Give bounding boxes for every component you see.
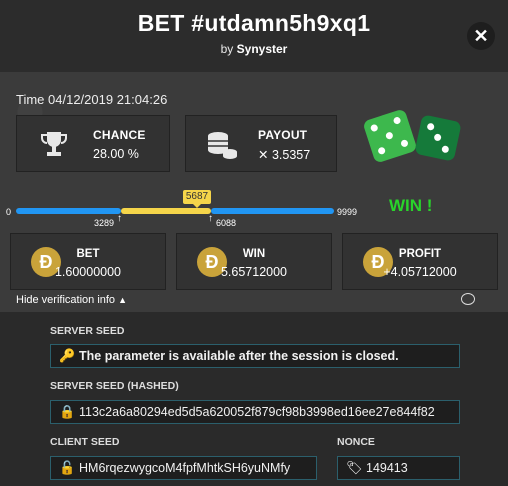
tag-icon: 🏷	[346, 460, 363, 475]
close-button[interactable]: ✕	[467, 22, 495, 50]
profit-amount-box: Ð PROFIT +4.05712000	[342, 233, 498, 290]
bet-time: Time 04/12/2019 21:04:26	[16, 92, 168, 107]
range-low-segment	[16, 208, 121, 214]
server-seed-hashed-label: SERVER SEED (HASHED)	[50, 380, 179, 392]
bet-details-modal: BET #utdamn5h9xq1 by Synyster ✕ Time 04/…	[0, 0, 508, 486]
coins-stack-icon	[208, 132, 237, 159]
bet-author: by Synyster	[0, 42, 508, 56]
chat-bubble-icon[interactable]	[461, 293, 475, 305]
server-seed-hashed-field[interactable]: 🔒 113c2a6a80294ed5d5a620052f879cf98b3998…	[50, 400, 460, 424]
range-low-value: 3289	[94, 218, 115, 228]
range-low-tick-icon: ↑	[117, 213, 122, 224]
win-amount-box: Ð WIN 5.65712000	[176, 233, 332, 290]
profit-value: +4.05712000	[383, 265, 457, 279]
chance-box: CHANCE 28.00 %	[16, 115, 170, 172]
range-high-segment	[211, 208, 334, 214]
nonce-field[interactable]: 🏷 149413	[337, 456, 460, 480]
range-min: 0	[6, 207, 12, 217]
modal-header: BET #utdamn5h9xq1 by Synyster ✕	[0, 0, 508, 72]
payout-box: PAYOUT ✕ 3.5357	[185, 115, 337, 172]
bet-amount-box: Ð BET 1.60000000	[10, 233, 166, 290]
hide-verification-label: Hide verification info	[16, 294, 116, 306]
bet-title: BET #utdamn5h9xq1	[137, 10, 371, 36]
lock-icon: 🔒	[59, 404, 76, 419]
range-max: 9999	[337, 207, 358, 217]
chevron-up-icon: ▲	[118, 295, 128, 305]
server-seed-value: The parameter is available after the ses…	[79, 349, 399, 363]
author-name[interactable]: Synyster	[237, 42, 288, 56]
server-seed-hashed-value: 113c2a6a80294ed5d5a620052f879cf98b3998ed…	[79, 405, 435, 419]
nonce-value: 149413	[366, 461, 408, 475]
profit-label: PROFIT	[398, 248, 442, 260]
bet-label: BET	[76, 248, 100, 260]
chance-label: CHANCE	[93, 128, 146, 142]
client-seed-value: HM6rqezwygcoM4fpfMhtkSH6yuNMfy	[79, 461, 291, 475]
payout-value: ✕ 3.5357	[258, 148, 311, 162]
range-high-value: 6088	[216, 218, 237, 228]
result-flag: WIN !	[389, 196, 433, 215]
client-seed-label: CLIENT SEED	[50, 436, 120, 448]
close-icon: ✕	[473, 25, 489, 46]
server-seed-label: SERVER SEED	[50, 325, 125, 337]
dice-dark-icon	[414, 114, 462, 162]
payout-label: PAYOUT	[258, 128, 308, 142]
unlock-icon: 🔓	[59, 460, 76, 475]
chance-value: 28.00 %	[93, 147, 139, 161]
win-label: WIN	[242, 248, 266, 260]
win-value: 5.65712000	[220, 265, 288, 279]
trophy-icon	[41, 132, 67, 156]
range-high-tick-icon: ↑	[208, 213, 213, 224]
client-seed-field[interactable]: 🔓 HM6rqezwygcoM4fpfMhtkSH6yuNMfy	[50, 456, 317, 480]
author-prefix: by	[220, 42, 234, 56]
key-icon: 🔑	[59, 348, 76, 363]
bet-value: 1.60000000	[54, 265, 122, 279]
nonce-label: NONCE	[337, 436, 375, 448]
hide-verification-toggle[interactable]: Hide verification info ▲	[16, 294, 127, 306]
server-seed-field[interactable]: 🔑 The parameter is available after the s…	[50, 344, 460, 368]
rolled-number-marker: 5687	[183, 190, 211, 208]
